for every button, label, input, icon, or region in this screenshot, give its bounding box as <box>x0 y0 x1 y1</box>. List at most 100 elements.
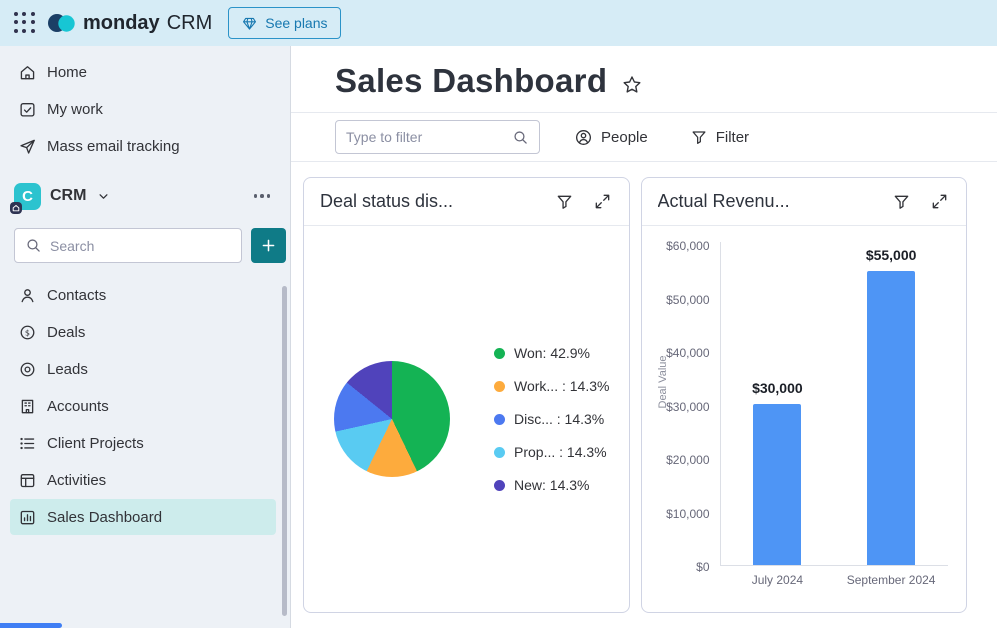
sidebar-item-leads[interactable]: Leads <box>10 351 276 387</box>
y-tick-label: $40,000 <box>648 346 710 360</box>
sidebar-search[interactable] <box>14 228 242 263</box>
sidebar-top-list: Home My work Mass email tracking <box>0 54 290 164</box>
sidebar-item-label: Sales Dashboard <box>47 509 162 526</box>
y-tick-label: $30,000 <box>648 400 710 414</box>
widget-expand-icon[interactable] <box>930 192 950 212</box>
widget-expand-icon[interactable] <box>593 192 613 212</box>
sidebar-item-label: Client Projects <box>47 435 144 452</box>
send-icon <box>18 137 37 156</box>
legend-dot <box>494 447 505 458</box>
sidebar-item-my-work[interactable]: My work <box>0 91 290 127</box>
add-button[interactable] <box>251 228 286 263</box>
legend-item[interactable]: Prop... : 14.3% <box>494 444 609 460</box>
widget-deal-status: Deal status dis... Won: 42.9% Work... : 1… <box>303 177 630 613</box>
monday-logo[interactable]: monday CRM <box>46 10 212 36</box>
svg-text:$: $ <box>25 328 30 337</box>
bar-chart-body: Deal Value $30,000July 2024$55,000Septem… <box>642 226 967 612</box>
board-filter[interactable] <box>335 120 540 154</box>
workspace-avatar-letter: C <box>22 188 33 205</box>
person-circle-icon <box>574 128 593 147</box>
projects-icon <box>18 434 37 453</box>
sidebar-item-label: Accounts <box>47 398 109 415</box>
legend-label: Won: 42.9% <box>514 345 590 361</box>
legend-item[interactable]: New: 14.3% <box>494 477 609 493</box>
legend-label: Prop... : 14.3% <box>514 444 607 460</box>
dashboard-content: Deal status dis... Won: 42.9% Work... : 1… <box>291 162 997 628</box>
sidebar-item-label: Deals <box>47 324 85 341</box>
sidebar-item-label: Mass email tracking <box>47 138 180 155</box>
widget-filter-icon[interactable] <box>892 192 912 212</box>
x-axis-label: September 2024 <box>831 573 951 587</box>
x-axis-label: July 2024 <box>717 573 837 587</box>
workspace-avatar: C <box>14 183 41 210</box>
sidebar-search-row <box>14 228 276 263</box>
horizontal-scrollbar[interactable] <box>0 623 62 628</box>
y-tick-label: $20,000 <box>648 453 710 467</box>
sidebar-item-label: Contacts <box>47 287 106 304</box>
search-input[interactable] <box>50 238 231 254</box>
favorite-star-icon[interactable] <box>621 74 643 96</box>
dashboard-header: Sales Dashboard <box>291 46 997 113</box>
legend-label: Disc... : 14.3% <box>514 411 604 427</box>
bar-september-2024[interactable]: $55,000 <box>867 271 915 565</box>
widget-filter-icon[interactable] <box>555 192 575 212</box>
filter-button[interactable]: Filter <box>682 122 757 152</box>
widget-header: Deal status dis... <box>304 178 629 226</box>
sidebar-item-home[interactable]: Home <box>0 54 290 90</box>
sidebar-item-label: Activities <box>47 472 106 489</box>
y-axis-title: Deal Value <box>657 327 669 437</box>
brand-name: monday <box>83 12 160 35</box>
home-badge-icon <box>10 202 22 214</box>
legend-item[interactable]: Disc... : 14.3% <box>494 411 609 427</box>
legend-dot <box>494 381 505 392</box>
pie-chart[interactable] <box>334 361 450 477</box>
my-work-icon <box>18 100 37 119</box>
pie-legend: Won: 42.9% Work... : 14.3% Disc... : 14.3%… <box>494 345 609 493</box>
legend-dot <box>494 480 505 491</box>
sidebar-item-label: My work <box>47 101 103 118</box>
bar-value-label: $55,000 <box>821 247 961 263</box>
y-tick-label: $10,000 <box>648 507 710 521</box>
bar-value-label: $30,000 <box>707 380 847 396</box>
filter-input[interactable] <box>346 129 504 145</box>
workspace-menu-icon[interactable] <box>250 190 275 202</box>
widget-actual-revenue: Actual Revenu... Deal Value $30,000July … <box>641 177 968 613</box>
brand-product: CRM <box>167 12 213 35</box>
filter-label: Filter <box>716 129 749 146</box>
sidebar-item-contacts[interactable]: Contacts <box>10 277 276 313</box>
monday-logo-icon <box>46 10 76 36</box>
home-icon <box>18 63 37 82</box>
widget-header: Actual Revenu... <box>642 178 967 226</box>
sidebar-item-mass-email-tracking[interactable]: Mass email tracking <box>0 128 290 164</box>
people-label: People <box>601 129 648 146</box>
sidebar-item-deals[interactable]: $ Deals <box>10 314 276 350</box>
dashboard-toolbar: People Filter <box>291 113 997 162</box>
search-icon <box>512 129 529 146</box>
page-title: Sales Dashboard <box>335 62 607 100</box>
sidebar-item-label: Home <box>47 64 87 81</box>
people-button[interactable]: People <box>566 122 656 153</box>
sidebar-scrollbar[interactable] <box>282 286 287 616</box>
deals-icon: $ <box>18 323 37 342</box>
widget-title: Deal status dis... <box>320 191 537 212</box>
app-layout: Home My work Mass email tracking C CRM <box>0 46 997 628</box>
contacts-icon <box>18 286 37 305</box>
workspace-selector[interactable]: C CRM <box>14 182 274 210</box>
sidebar-item-activities[interactable]: Activities <box>10 462 276 498</box>
plus-icon <box>260 237 277 254</box>
gem-icon <box>241 15 258 32</box>
sidebar-item-sales-dashboard[interactable]: Sales Dashboard <box>10 499 276 535</box>
legend-item[interactable]: Won: 42.9% <box>494 345 609 361</box>
apps-grid-icon[interactable] <box>14 12 36 34</box>
legend-item[interactable]: Work... : 14.3% <box>494 378 609 394</box>
bar-chart-plot: $30,000July 2024$55,000September 2024 <box>720 242 949 566</box>
legend-dot <box>494 414 505 425</box>
topbar: monday CRM See plans <box>0 0 997 46</box>
main-panel: Sales Dashboard People <box>291 46 997 628</box>
sidebar-item-client-projects[interactable]: Client Projects <box>10 425 276 461</box>
sidebar-item-accounts[interactable]: Accounts <box>10 388 276 424</box>
see-plans-button[interactable]: See plans <box>228 7 340 39</box>
bar-july-2024[interactable]: $30,000 <box>753 404 801 565</box>
accounts-icon <box>18 397 37 416</box>
widget-title: Actual Revenu... <box>658 191 875 212</box>
